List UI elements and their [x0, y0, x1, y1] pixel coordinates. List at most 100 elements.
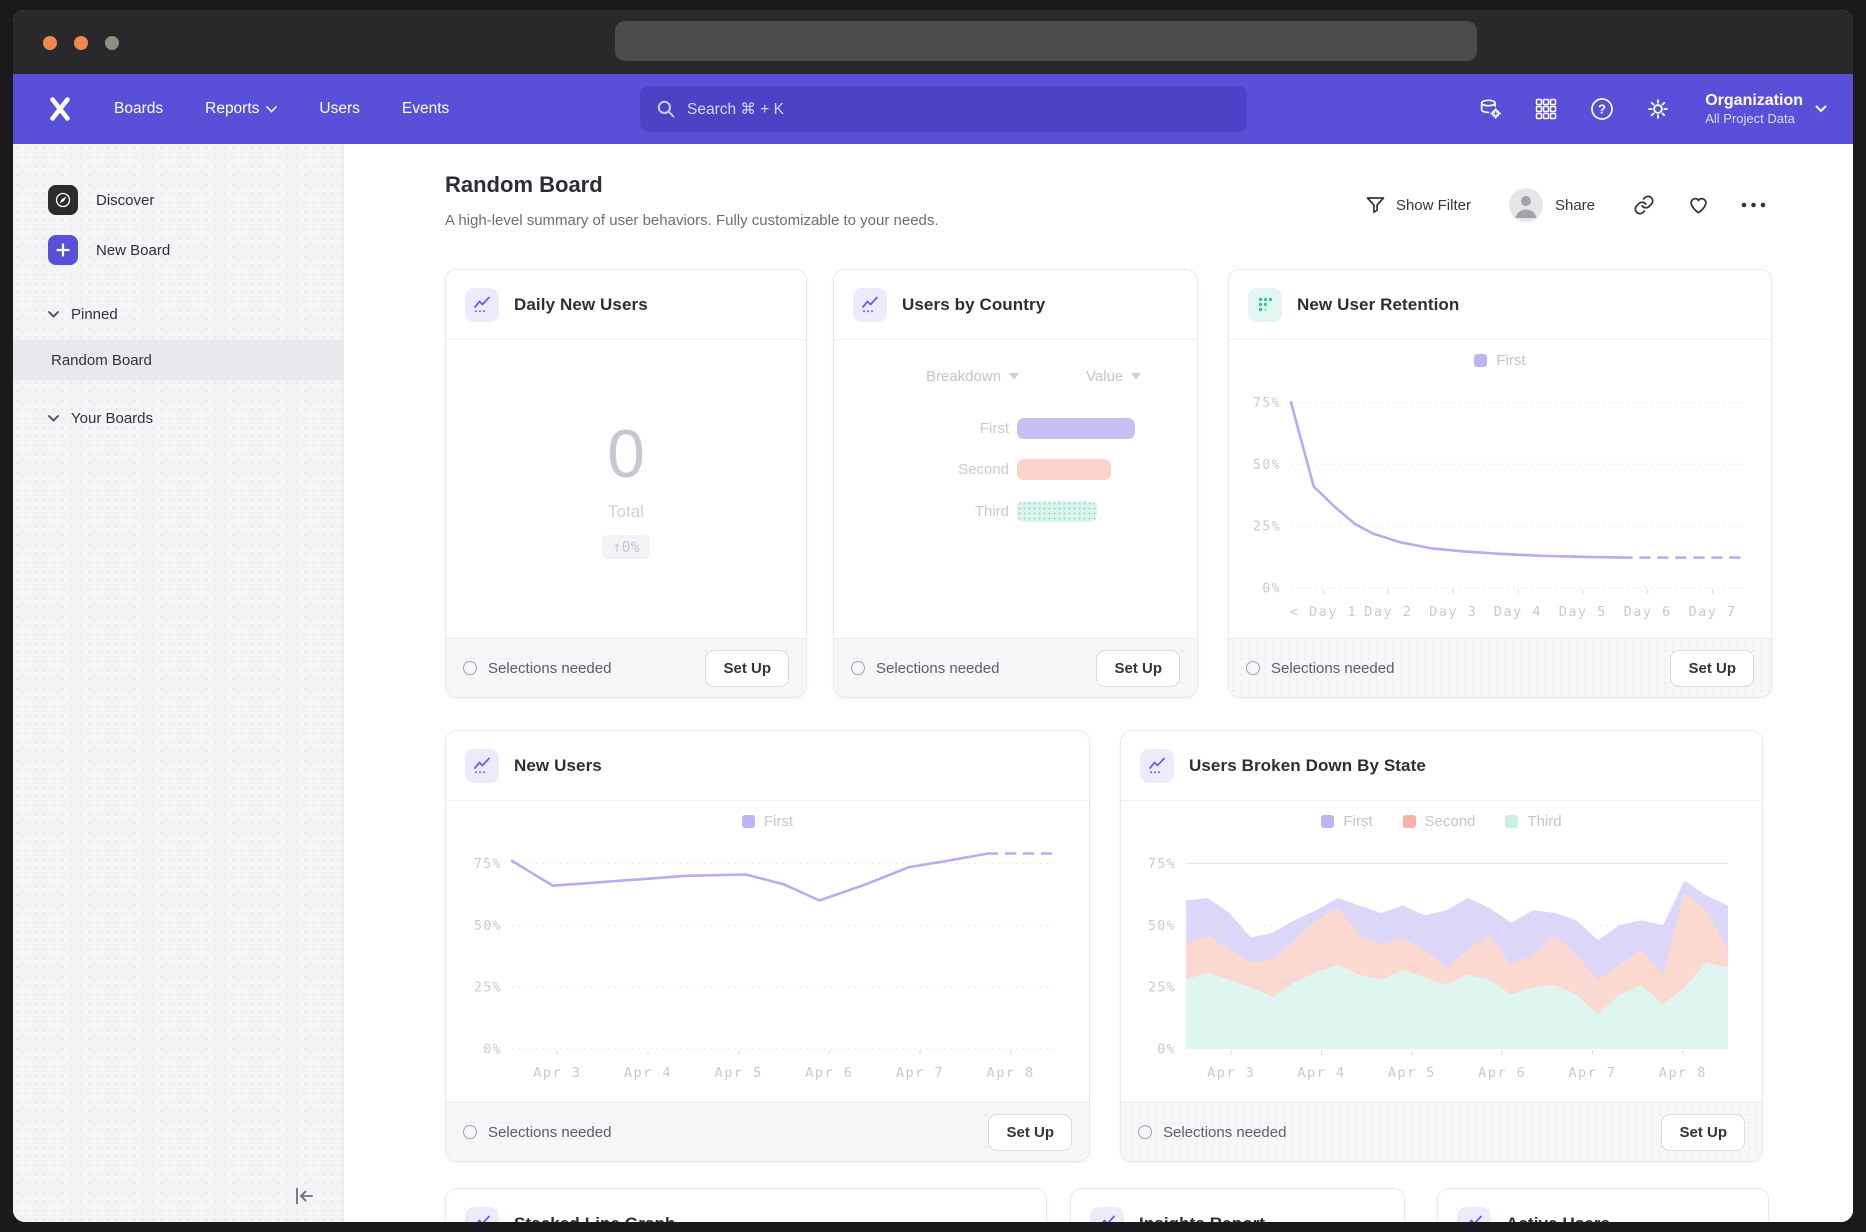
retention-grid-icon	[1248, 288, 1282, 322]
metric-delta-badge: ↑0%	[602, 535, 649, 559]
svg-text:Day 7: Day 7	[1689, 604, 1737, 620]
chart-legend: First	[1229, 352, 1771, 369]
svg-text:Day 3: Day 3	[1429, 604, 1477, 620]
card-users-by-country: Users by Country Breakdown Value First S…	[833, 269, 1198, 698]
more-options-icon[interactable]	[1740, 201, 1767, 209]
svg-text:Day 5: Day 5	[1559, 604, 1607, 620]
organization-name: Organization	[1705, 91, 1803, 111]
organization-project: All Project Data	[1705, 111, 1803, 127]
window-close-button[interactable]	[43, 36, 57, 50]
svg-text:< Day 1: < Day 1	[1290, 604, 1357, 620]
svg-text:Apr 6: Apr 6	[805, 1065, 853, 1081]
insights-chart-icon	[465, 288, 499, 322]
svg-text:50%: 50%	[474, 919, 502, 934]
help-icon[interactable]: ?	[1589, 96, 1615, 122]
data-settings-icon[interactable]	[1477, 96, 1503, 122]
value-dropdown[interactable]: Value	[1086, 368, 1141, 385]
insights-chart-icon	[465, 749, 499, 783]
mixpanel-logo[interactable]	[48, 96, 72, 122]
card-title: Daily New Users	[514, 295, 648, 315]
sidebar-section-pinned[interactable]: Pinned	[48, 306, 118, 323]
plus-icon	[48, 235, 78, 265]
svg-text:50%: 50%	[1253, 458, 1281, 473]
card-title: New User Retention	[1297, 295, 1459, 315]
window-zoom-button[interactable]	[105, 36, 119, 50]
legend-swatch	[1505, 815, 1518, 828]
metric-value: 0	[607, 420, 645, 488]
set-up-button[interactable]: Set Up	[1661, 1114, 1745, 1151]
svg-text:Apr 8: Apr 8	[1659, 1065, 1707, 1081]
browser-window: Boards Reports Users Events Search ⌘ + K…	[13, 10, 1853, 1222]
organization-switcher[interactable]: Organization All Project Data	[1705, 91, 1827, 127]
stacked-area-chart: 75%50%25%0%Apr 3Apr 4Apr 5Apr 6Apr 7Apr …	[1136, 839, 1742, 1091]
copy-link-icon[interactable]	[1633, 194, 1655, 216]
card-title: Active Users	[1506, 1214, 1610, 1223]
bar-row-label: Third	[889, 503, 1009, 520]
breakdown-dropdown[interactable]: Breakdown	[926, 368, 1019, 385]
svg-text:25%: 25%	[1253, 520, 1281, 535]
share-button[interactable]: Share	[1555, 197, 1595, 214]
svg-text:?: ?	[1598, 102, 1606, 117]
status-ring-icon	[463, 1125, 477, 1139]
chevron-down-icon	[266, 106, 277, 113]
svg-text:75%: 75%	[1148, 857, 1176, 872]
card-title: Stacked Line Graph	[514, 1214, 675, 1223]
page-subtitle: A high-level summary of user behaviors. …	[445, 212, 939, 229]
sidebar-section-your-boards[interactable]: Your Boards	[48, 410, 153, 427]
nav-item-events[interactable]: Events	[402, 100, 449, 118]
svg-text:25%: 25%	[474, 981, 502, 996]
svg-text:Apr 5: Apr 5	[715, 1065, 763, 1081]
card-insights-report: Insights Report	[1070, 1188, 1405, 1222]
sidebar-item-random-board[interactable]: Random Board	[13, 340, 343, 380]
compass-icon	[48, 185, 78, 215]
status-text: Selections needed	[876, 660, 999, 677]
bar-row-label: Second	[889, 461, 1009, 478]
svg-text:75%: 75%	[474, 857, 502, 872]
card-active-users: Active Users	[1437, 1188, 1769, 1222]
legend-swatch	[1403, 815, 1416, 828]
legend-swatch	[1321, 815, 1334, 828]
svg-text:Apr 8: Apr 8	[987, 1065, 1035, 1081]
address-bar[interactable]	[615, 21, 1477, 61]
svg-text:Apr 4: Apr 4	[1297, 1065, 1345, 1081]
svg-text:0%: 0%	[1262, 582, 1281, 597]
chevron-down-icon	[1815, 105, 1827, 113]
nav-item-users[interactable]: Users	[319, 100, 359, 118]
window-minimize-button[interactable]	[74, 36, 88, 50]
nav-item-reports[interactable]: Reports	[205, 100, 277, 118]
card-daily-new-users: Daily New Users 0 Total ↑0% Selections n…	[445, 269, 807, 698]
svg-text:50%: 50%	[1148, 919, 1176, 934]
chart-legend: First Second Third	[1121, 813, 1762, 830]
funnel-icon	[1365, 195, 1386, 215]
set-up-button[interactable]: Set Up	[988, 1114, 1072, 1151]
window-titlebar	[13, 10, 1853, 74]
card-new-user-retention: New User Retention First 75%50%25%0%< Da…	[1228, 269, 1772, 698]
set-up-button[interactable]: Set Up	[705, 650, 789, 687]
set-up-button[interactable]: Set Up	[1096, 650, 1180, 687]
status-ring-icon	[1246, 661, 1260, 675]
status-ring-icon	[851, 661, 865, 675]
page-title: Random Board	[445, 172, 603, 198]
legend-item-second: Second	[1403, 813, 1476, 830]
legend-swatch	[742, 815, 755, 828]
favorite-heart-icon[interactable]	[1687, 194, 1710, 216]
search-placeholder: Search ⌘ + K	[687, 100, 784, 119]
apps-grid-icon[interactable]	[1533, 96, 1559, 122]
legend-item-first: First	[742, 813, 793, 830]
card-title: New Users	[514, 756, 602, 776]
svg-text:Apr 7: Apr 7	[896, 1065, 944, 1081]
insights-chart-icon	[465, 1207, 499, 1223]
retention-line-chart: 75%50%25%0%< Day 1Day 2Day 3Day 4Day 5Da…	[1241, 378, 1759, 630]
sidebar-item-new-board[interactable]: New Board	[13, 230, 343, 270]
show-filter-button[interactable]: Show Filter	[1365, 195, 1471, 215]
collapse-sidebar-icon[interactable]	[293, 1186, 315, 1206]
svg-text:Day 2: Day 2	[1364, 604, 1412, 620]
search-input[interactable]: Search ⌘ + K	[640, 86, 1247, 132]
gear-icon[interactable]	[1645, 96, 1671, 122]
set-up-button[interactable]: Set Up	[1670, 650, 1754, 687]
bar-second	[1017, 459, 1111, 480]
chevron-down-icon	[48, 311, 59, 318]
nav-item-boards[interactable]: Boards	[114, 100, 163, 118]
sidebar-item-discover[interactable]: Discover	[13, 180, 343, 220]
avatar[interactable]	[1509, 188, 1543, 222]
